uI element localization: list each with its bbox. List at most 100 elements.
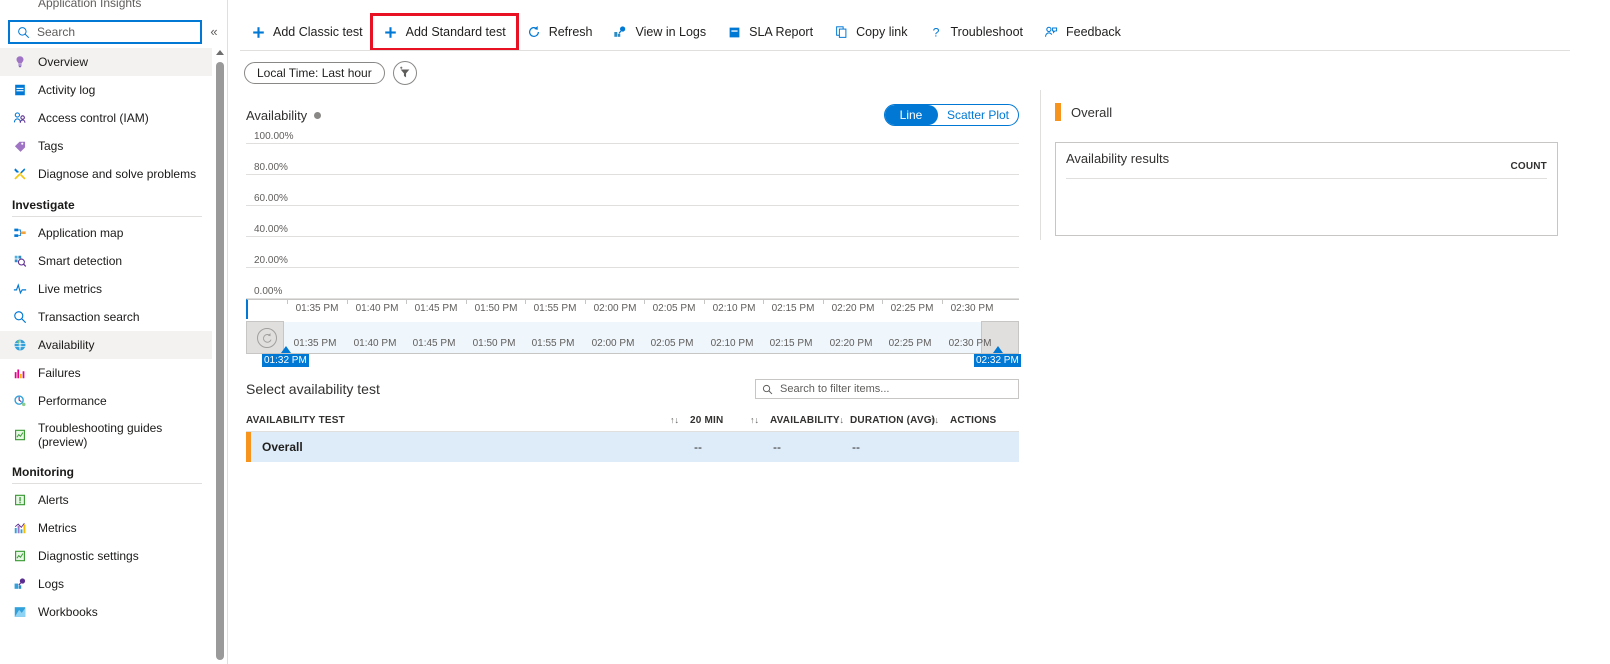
lightbulb-icon bbox=[12, 54, 28, 70]
add-standard-test-button[interactable]: Add Standard test bbox=[369, 13, 519, 51]
sidebar-scrollbar[interactable] bbox=[213, 48, 227, 664]
scrubber-tick-label: 01:50 PM bbox=[472, 338, 516, 349]
sidebar-item-performance[interactable]: Performance bbox=[0, 387, 212, 415]
plus-icon bbox=[383, 24, 399, 40]
sidebar-item-metrics[interactable]: Metrics bbox=[0, 514, 212, 542]
chart-gridline bbox=[246, 267, 1019, 268]
filter-bar: Local Time: Last hour bbox=[244, 61, 417, 85]
sidebar-item-label: Diagnostic settings bbox=[38, 549, 139, 563]
add-classic-test-button[interactable]: Add Classic test bbox=[240, 16, 373, 48]
toggle-line[interactable]: Line bbox=[885, 105, 938, 125]
sidebar-search[interactable] bbox=[8, 20, 202, 44]
cell-availability: -- bbox=[773, 440, 781, 454]
sidebar-item-label: Transaction search bbox=[38, 310, 140, 324]
troubleshoot-button[interactable]: ? Troubleshoot bbox=[918, 16, 1034, 48]
failures-icon bbox=[12, 365, 28, 381]
scrubber-tick-label: 02:25 PM bbox=[888, 338, 932, 349]
sidebar-item-logs[interactable]: Logs bbox=[0, 570, 212, 598]
time-range-pill[interactable]: Local Time: Last hour bbox=[244, 62, 385, 84]
sidebar-item-availability[interactable]: Availability bbox=[0, 331, 212, 359]
question-icon: ? bbox=[928, 24, 944, 40]
sidebar-item-label: Application map bbox=[38, 226, 124, 240]
sidebar-divider bbox=[227, 0, 228, 664]
chart-y-tick-label: 40.00% bbox=[254, 224, 288, 235]
sort-arrows-icon[interactable]: ↑↓ bbox=[750, 415, 759, 425]
scrubber-start-marker-arrow-icon bbox=[281, 346, 291, 353]
activity-log-icon bbox=[12, 82, 28, 98]
availability-chart[interactable]: 0.00% 20.00% 40.00% 60.00% 80.00% 100.00% bbox=[246, 131, 1019, 299]
right-panel-title: Overall bbox=[1071, 104, 1113, 120]
sidebar-item-diagnose[interactable]: Diagnose and solve problems bbox=[0, 160, 212, 188]
sidebar-group-title: Monitoring bbox=[12, 465, 74, 479]
availability-results-card: Availability results COUNT bbox=[1055, 142, 1558, 236]
performance-icon bbox=[12, 393, 28, 409]
scroll-up-arrow-icon[interactable] bbox=[216, 50, 224, 55]
cell-test-name: Overall bbox=[262, 440, 303, 454]
column-header-actions[interactable]: ACTIONS bbox=[950, 415, 996, 426]
sidebar-item-label: Smart detection bbox=[38, 254, 123, 268]
scrubber-tick-label: 02:10 PM bbox=[710, 338, 754, 349]
test-filter-input[interactable] bbox=[778, 382, 1013, 396]
search-icon bbox=[16, 25, 30, 39]
chart-x-tick-mark bbox=[525, 300, 526, 304]
sort-arrows-icon[interactable]: ↑↓ bbox=[930, 415, 939, 425]
globe-icon bbox=[12, 337, 28, 353]
refresh-button[interactable]: Refresh bbox=[516, 16, 603, 48]
sort-arrows-icon[interactable]: ↑↓ bbox=[835, 415, 844, 425]
card-count-column-header: COUNT bbox=[1510, 161, 1547, 172]
column-header-availability-test[interactable]: AVAILABILITY TEST bbox=[246, 415, 345, 426]
copy-link-button[interactable]: Copy link bbox=[823, 16, 917, 48]
logs-icon bbox=[12, 576, 28, 592]
chart-gridline bbox=[246, 236, 1019, 237]
scrubber-tick-label: 02:20 PM bbox=[829, 338, 873, 349]
sidebar-item-workbooks[interactable]: Workbooks bbox=[0, 598, 212, 626]
reset-zoom-icon[interactable] bbox=[257, 328, 277, 348]
sidebar-item-alerts[interactable]: Alerts bbox=[0, 486, 212, 514]
chart-x-tick-label: 02:30 PM bbox=[950, 303, 994, 314]
scrollbar-thumb[interactable] bbox=[216, 62, 224, 660]
sidebar-item-activity-log[interactable]: Activity log bbox=[0, 76, 212, 104]
command-label: Copy link bbox=[856, 25, 908, 39]
search-input[interactable] bbox=[35, 24, 194, 40]
diagnostic-icon bbox=[12, 548, 28, 564]
column-header-availability[interactable]: AVAILABILITY bbox=[770, 415, 840, 426]
feedback-button[interactable]: Feedback bbox=[1033, 16, 1131, 48]
sidebar-item-label: Diagnose and solve problems bbox=[38, 167, 197, 181]
sidebar-item-diagnostic-settings[interactable]: Diagnostic settings bbox=[0, 542, 212, 570]
view-in-logs-icon bbox=[612, 24, 628, 40]
availability-blade: Application Insights « bbox=[0, 0, 1610, 664]
sidebar-item-live-metrics[interactable]: Live metrics bbox=[0, 275, 212, 303]
toggle-scatter-plot[interactable]: Scatter Plot bbox=[938, 105, 1018, 125]
table-row[interactable]: Overall -- -- -- bbox=[246, 432, 1019, 462]
sort-arrows-icon[interactable]: ↑↓ bbox=[670, 415, 679, 425]
chart-x-tick-mark bbox=[763, 300, 764, 304]
right-panel-header: Overall bbox=[1055, 103, 1112, 121]
sidebar-item-application-map[interactable]: Application map bbox=[0, 219, 212, 247]
command-label: View in Logs bbox=[635, 25, 707, 39]
column-header-duration-avg[interactable]: DURATION (AVG) bbox=[850, 415, 935, 426]
search-icon bbox=[761, 383, 773, 395]
chevron-double-left-icon[interactable]: « bbox=[206, 24, 222, 40]
sidebar-item-smart-detection[interactable]: Smart detection bbox=[0, 247, 212, 275]
sidebar-item-transaction-search[interactable]: Transaction search bbox=[0, 303, 212, 331]
chart-x-tick-mark bbox=[882, 300, 883, 304]
scrubber-start-marker[interactable]: 01:32 PM bbox=[262, 354, 309, 367]
command-bar: Add Classic test Add Standard test Refre… bbox=[240, 13, 1131, 51]
sidebar-item-overview[interactable]: Overview bbox=[0, 48, 212, 76]
test-filter-input-wrap[interactable] bbox=[755, 379, 1019, 399]
view-in-logs-button[interactable]: View in Logs bbox=[602, 16, 716, 48]
sidebar-item-tags[interactable]: Tags bbox=[0, 132, 212, 160]
scrubber-handle-left[interactable] bbox=[246, 321, 284, 354]
sidebar-item-label: Alerts bbox=[38, 493, 69, 507]
sidebar-item-access-control[interactable]: Access control (IAM) bbox=[0, 104, 212, 132]
sidebar-item-troubleshooting-guides[interactable]: Troubleshooting guides (preview) bbox=[0, 415, 212, 455]
card-title: Availability results bbox=[1066, 151, 1170, 166]
column-header-20-min[interactable]: 20 MIN bbox=[690, 415, 723, 426]
sidebar-item-failures[interactable]: Failures bbox=[0, 359, 212, 387]
plot-type-toggle[interactable]: Line Scatter Plot bbox=[884, 104, 1019, 126]
sla-report-button[interactable]: SLA Report bbox=[716, 16, 823, 48]
live-metrics-icon bbox=[12, 281, 28, 297]
chart-y-tick-label: 0.00% bbox=[254, 286, 283, 297]
add-filter-button[interactable] bbox=[392, 61, 417, 85]
scrubber-end-marker[interactable]: 02:32 PM bbox=[974, 354, 1021, 367]
